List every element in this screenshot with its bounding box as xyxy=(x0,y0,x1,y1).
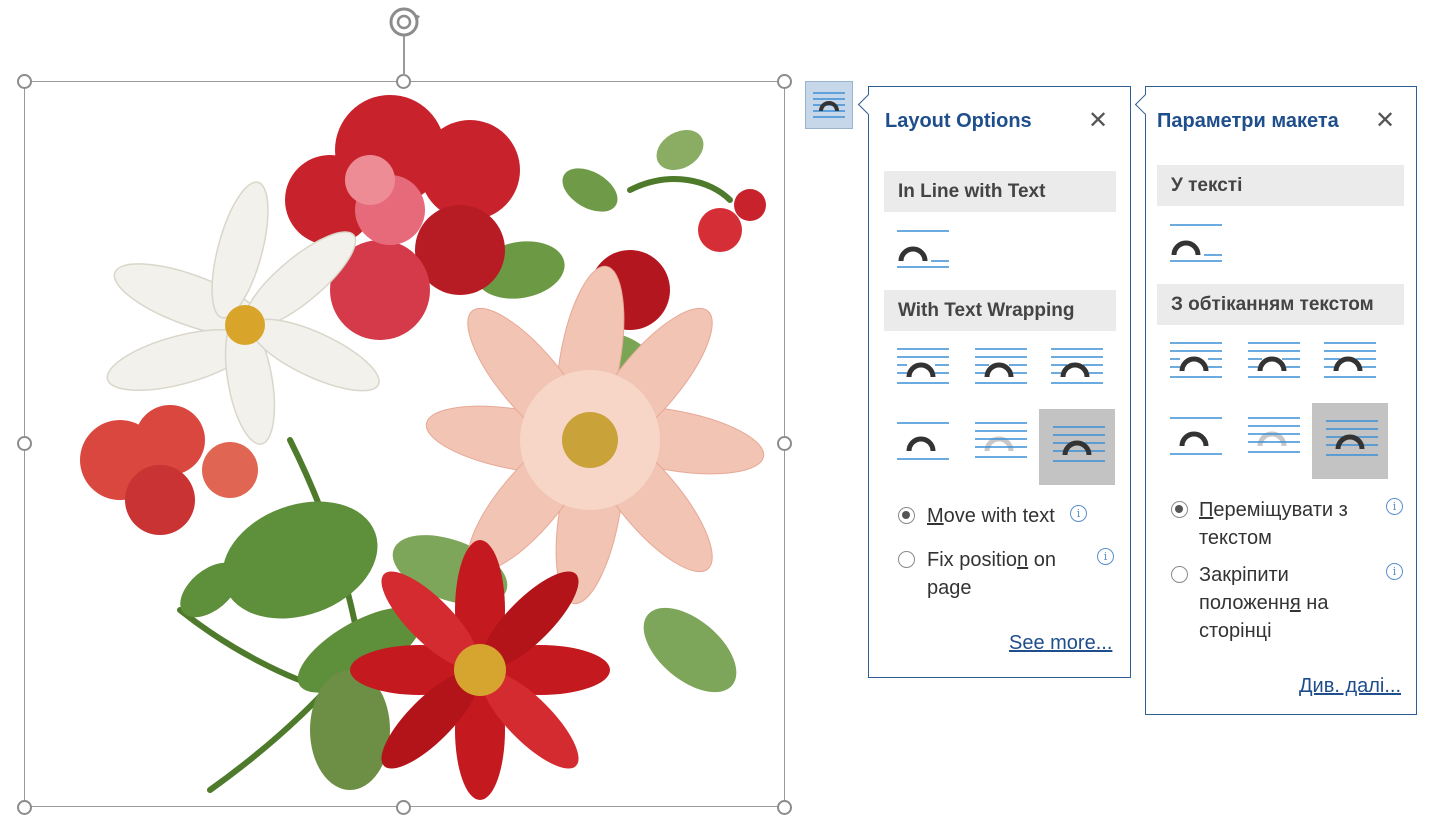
wrap-square-option[interactable] xyxy=(893,345,949,389)
wrap-square-icon xyxy=(1170,342,1222,378)
info-icon[interactable]: i xyxy=(1097,548,1114,565)
close-icon[interactable]: ✕ xyxy=(1375,109,1395,133)
wrap-in-front-of-text-icon xyxy=(1053,426,1105,462)
layout-options-button[interactable] xyxy=(805,81,853,129)
info-icon[interactable]: i xyxy=(1386,498,1403,515)
info-icon[interactable]: i xyxy=(1070,505,1087,522)
rotate-icon[interactable] xyxy=(386,4,422,40)
wrap-behind-text-icon xyxy=(1248,417,1300,453)
wrap-top-bottom-icon xyxy=(1170,417,1222,455)
wrap-through-option[interactable] xyxy=(1320,339,1376,383)
section-inline-header: In Line with Text xyxy=(884,171,1116,212)
resize-handle-right[interactable] xyxy=(777,436,792,451)
resize-handle-bottom-right[interactable] xyxy=(777,800,792,815)
fix-position-label[interactable]: Закріпити xyxy=(1199,561,1289,589)
panel-pointer xyxy=(857,93,880,116)
wrap-behind-text-option[interactable] xyxy=(1244,414,1300,458)
layout-options-icon xyxy=(813,92,845,118)
resize-handle-bottom[interactable] xyxy=(396,800,411,815)
section-wrapping-header: With Text Wrapping xyxy=(884,290,1116,331)
wrap-top-bottom-option[interactable] xyxy=(893,419,949,463)
section-inline-header: У тексті xyxy=(1157,165,1404,206)
wrap-through-icon xyxy=(1051,348,1103,384)
close-icon[interactable]: ✕ xyxy=(1088,109,1108,133)
resize-handle-top-right[interactable] xyxy=(777,74,792,89)
fix-position-radio[interactable] xyxy=(898,551,915,568)
fix-position-radio[interactable] xyxy=(1171,566,1188,583)
wrap-inline-option[interactable] xyxy=(1166,221,1222,265)
section-wrapping-header: З обтіканням текстом xyxy=(1157,284,1404,325)
wrap-inline-option[interactable] xyxy=(893,227,949,271)
layout-options-panel-uk: Параметри макета ✕ У тексті З обтіканням… xyxy=(1134,86,1417,715)
flower-bouquet-image[interactable] xyxy=(30,90,780,800)
wrap-in-front-of-text-option[interactable] xyxy=(1039,409,1115,485)
resize-handle-top[interactable] xyxy=(396,74,411,89)
panel-pointer xyxy=(1134,93,1157,116)
resize-handle-top-left[interactable] xyxy=(17,74,32,89)
fix-position-label-line2[interactable]: page xyxy=(927,574,972,602)
wrap-inline-icon xyxy=(897,230,949,268)
info-icon[interactable]: i xyxy=(1386,563,1403,580)
wrap-tight-option[interactable] xyxy=(971,345,1027,389)
wrap-in-front-of-text-option[interactable] xyxy=(1312,403,1388,479)
wrap-behind-text-option[interactable] xyxy=(971,419,1027,463)
move-with-text-radio[interactable] xyxy=(898,507,915,524)
fix-position-label-line3[interactable]: сторінці xyxy=(1199,617,1272,645)
panel-title: Layout Options xyxy=(885,110,1032,132)
wrap-top-bottom-option[interactable] xyxy=(1166,414,1222,458)
wrap-tight-icon xyxy=(975,348,1027,384)
panel-title: Параметри макета xyxy=(1157,110,1339,132)
wrap-in-front-of-text-icon xyxy=(1326,420,1378,456)
wrap-tight-icon xyxy=(1248,342,1300,378)
see-more-link[interactable]: Див. далі... xyxy=(1299,675,1401,698)
fix-position-label[interactable]: Fix position on xyxy=(927,546,1056,574)
wrap-square-option[interactable] xyxy=(1166,339,1222,383)
fix-position-label-line2[interactable]: положення на xyxy=(1199,589,1328,617)
resize-handle-bottom-left[interactable] xyxy=(17,800,32,815)
wrap-top-bottom-icon xyxy=(897,422,949,460)
move-with-text-label-line2[interactable]: текстом xyxy=(1199,524,1272,552)
wrap-tight-option[interactable] xyxy=(1244,339,1300,383)
wrap-through-option[interactable] xyxy=(1047,345,1103,389)
move-with-text-radio[interactable] xyxy=(1171,501,1188,518)
rotate-connector xyxy=(403,36,405,76)
wrap-inline-icon xyxy=(1170,224,1222,262)
resize-handle-left[interactable] xyxy=(17,436,32,451)
see-more-link[interactable]: See more... xyxy=(1009,632,1112,655)
move-with-text-label[interactable]: Переміщувати з xyxy=(1199,496,1348,524)
wrap-through-icon xyxy=(1324,342,1376,378)
wrap-square-icon xyxy=(897,348,949,384)
wrap-behind-text-icon xyxy=(975,422,1027,458)
layout-options-panel-en: Layout Options ✕ In Line with Text With … xyxy=(857,86,1131,678)
move-with-text-label[interactable]: Move with text xyxy=(927,502,1055,530)
